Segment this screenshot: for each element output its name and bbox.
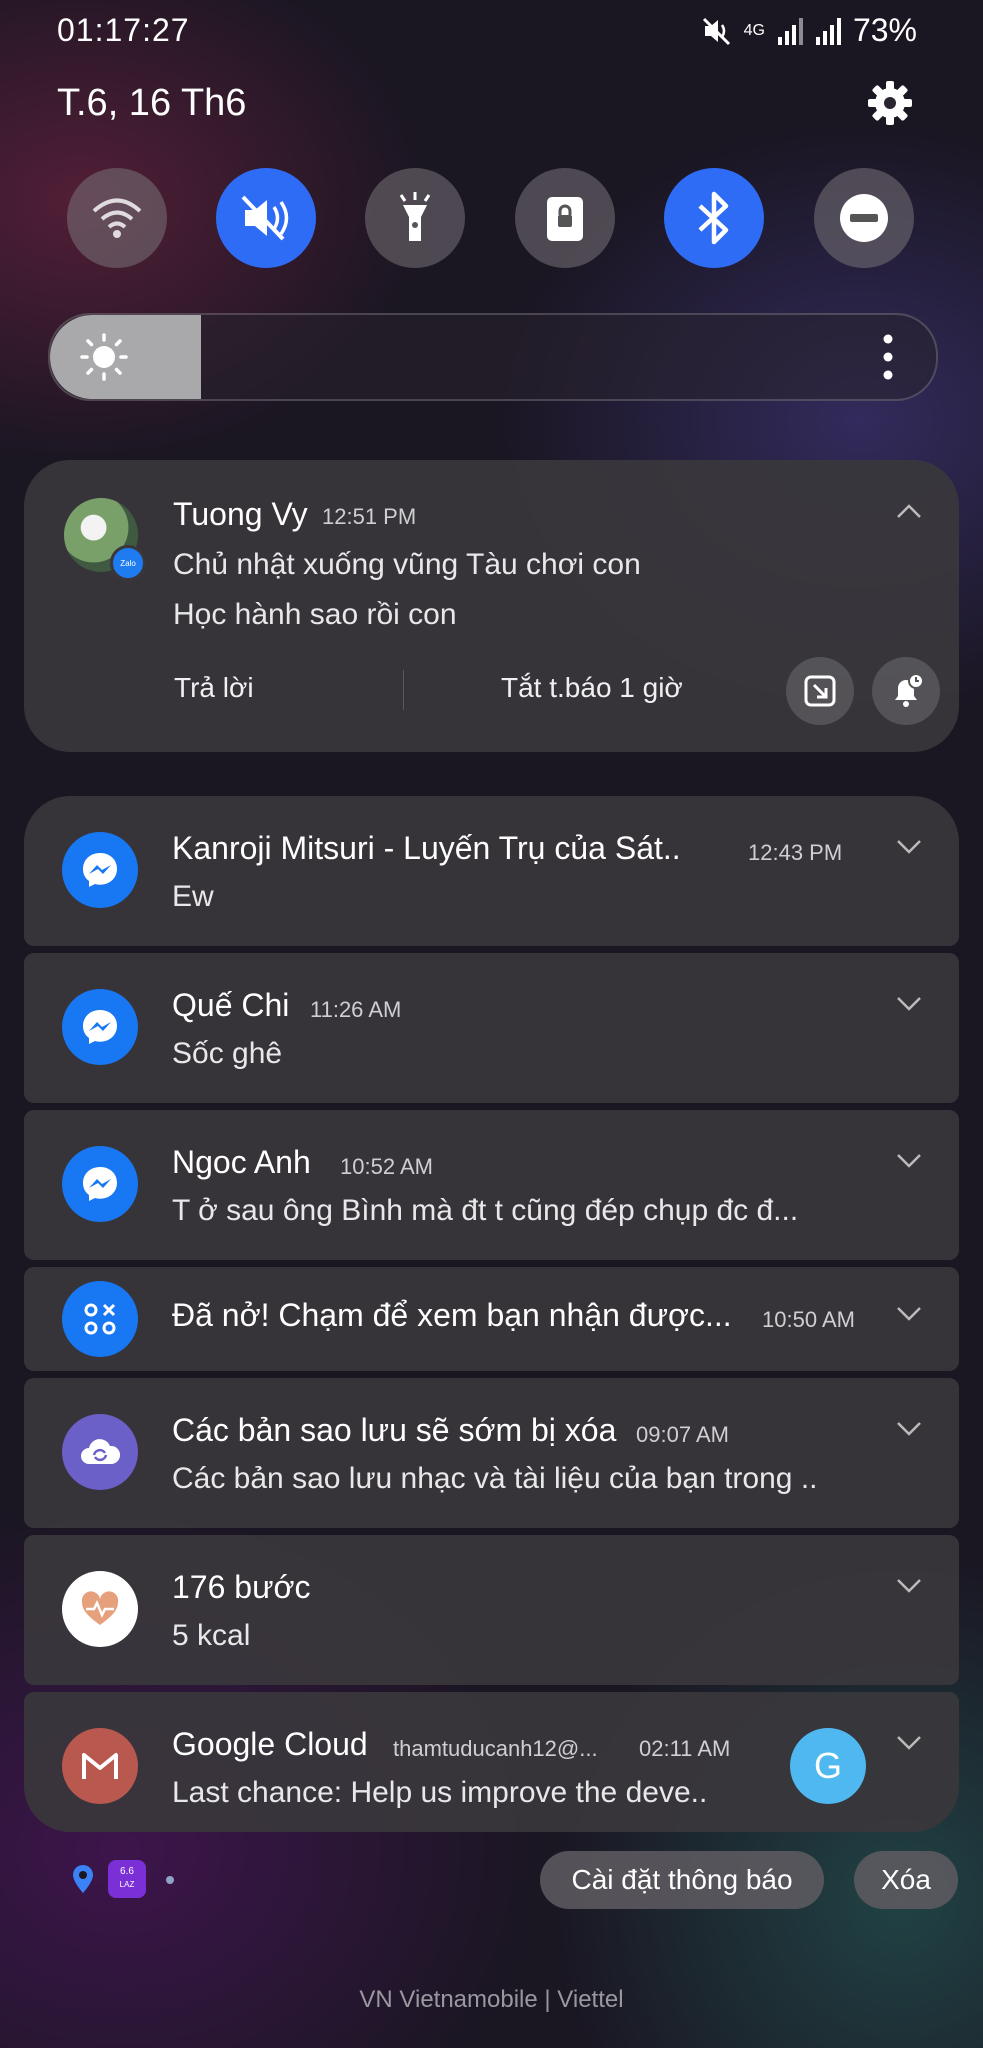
notification-account: thamtuducanh12@...	[393, 1736, 598, 1761]
zalo-badge-text: Zalo	[120, 558, 136, 568]
lazada-app-icon: 6.6 LAZ	[108, 1860, 146, 1898]
chevron-down-icon[interactable]	[895, 1152, 923, 1170]
snooze-button[interactable]	[872, 657, 940, 725]
apps-grid-icon	[62, 1281, 138, 1357]
notification-body: Ew	[172, 880, 214, 913]
reply-button[interactable]: Trả lời	[174, 672, 254, 704]
location-pin-icon	[73, 1865, 93, 1893]
notification-expanded[interactable]: Zalo Tuong Vy 12:51 PM Chủ nhật xuống vũ…	[24, 460, 959, 752]
bell-snooze-icon	[895, 673, 924, 707]
brightness-sun-icon	[80, 333, 128, 381]
clear-all-button[interactable]: Xóa	[854, 1851, 958, 1909]
chevron-down-icon[interactable]	[895, 1305, 923, 1323]
network-type: 4G	[743, 21, 765, 39]
messenger-icon	[62, 1146, 138, 1222]
notification-line-2: Học hành sao rồi con	[173, 598, 457, 631]
notification-title: Kanroji Mitsuri - Luyến Trụ của Sát..	[172, 830, 681, 866]
notification-line-1: Chủ nhật xuống vũng Tàu chơi con	[173, 548, 641, 581]
signal-icon-2	[815, 17, 841, 45]
do-not-disturb-toggle[interactable]	[814, 168, 914, 268]
chevron-down-icon[interactable]	[895, 995, 923, 1013]
notification-time: 10:52 AM	[340, 1154, 433, 1179]
notification-time: 09:07 AM	[636, 1422, 729, 1447]
chevron-down-icon[interactable]	[895, 838, 923, 856]
cloud-sync-icon	[62, 1414, 138, 1490]
notification-sender: Tuong Vy	[173, 496, 308, 532]
health-heart-icon	[62, 1571, 138, 1647]
notification-title: Quế Chi	[172, 987, 290, 1023]
notification-title: Đã nở! Chạm để xem bạn nhận được...	[172, 1297, 732, 1333]
screen-lock-toggle[interactable]	[515, 168, 615, 268]
flashlight-toggle[interactable]	[365, 168, 465, 268]
gmail-icon	[62, 1728, 138, 1804]
notification-item-4[interactable]: Đã nở! Chạm để xem bạn nhận được... 10:5…	[24, 1267, 959, 1371]
wifi-icon	[92, 198, 142, 238]
notification-item-7[interactable]: Google Cloud thamtuducanh12@... 02:11 AM…	[24, 1692, 959, 1832]
chevron-down-icon[interactable]	[895, 1577, 923, 1595]
notification-item-2[interactable]: Quế Chi 11:26 AM Sốc ghê	[24, 953, 959, 1103]
notification-item-5[interactable]: Các bản sao lưu sẽ sớm bị xóa 09:07 AM C…	[24, 1378, 959, 1528]
sender-avatar-letter: G	[813, 1745, 842, 1786]
mute-icon	[702, 17, 730, 45]
notification-body: 5 kcal	[172, 1619, 251, 1652]
do-not-disturb-icon	[840, 194, 888, 242]
notification-settings-button[interactable]: Cài đặt thông báo	[540, 1851, 824, 1909]
status-icons: 4G 73%	[702, 12, 917, 49]
rotation-lock-icon	[547, 197, 583, 241]
notification-title: Các bản sao lưu sẽ sớm bị xóa	[172, 1412, 617, 1448]
notification-body: Sốc ghê	[172, 1037, 283, 1070]
sender-avatar: G	[790, 1728, 866, 1804]
popup-view-button[interactable]	[786, 657, 854, 725]
notification-title: Google Cloud	[172, 1726, 368, 1762]
notification-time: 12:43 PM	[748, 840, 843, 865]
date-text: T.6, 16 Th6	[57, 82, 247, 124]
notification-time: 02:11 AM	[639, 1736, 731, 1761]
settings-gear-icon[interactable]	[866, 79, 914, 127]
brightness-slider[interactable]	[48, 313, 938, 401]
lazada-icon-text: 6.6	[120, 1866, 134, 1877]
flashlight-icon	[399, 192, 431, 241]
chevron-down-icon[interactable]	[895, 1734, 923, 1752]
mute-icon	[241, 195, 289, 241]
zalo-badge: Zalo	[110, 545, 146, 581]
quick-settings-row	[67, 168, 915, 268]
messenger-icon	[62, 989, 138, 1065]
more-notifications-dot	[166, 1876, 174, 1884]
notification-body: Last chance: Help us improve the deve..	[172, 1776, 708, 1809]
sound-mute-toggle[interactable]	[216, 168, 316, 268]
notification-title: 176 bước	[172, 1569, 311, 1605]
chevron-down-icon[interactable]	[895, 1420, 923, 1438]
notification-item-1[interactable]: Kanroji Mitsuri - Luyến Trụ của Sát.. 12…	[24, 796, 959, 946]
bluetooth-icon	[698, 191, 729, 245]
popup-view-icon	[804, 675, 836, 707]
bluetooth-toggle[interactable]	[664, 168, 764, 268]
carrier-label: VN Vietnamobile | Viettel	[359, 1986, 624, 2013]
lazada-icon-sub: LAZ	[119, 1880, 135, 1889]
more-options-icon[interactable]	[882, 333, 894, 381]
wifi-toggle[interactable]	[67, 168, 167, 268]
messenger-icon	[62, 832, 138, 908]
chevron-up-icon[interactable]	[895, 502, 923, 520]
notification-item-6[interactable]: 176 bước 5 kcal	[24, 1535, 959, 1685]
notification-title: Ngoc Anh	[172, 1144, 311, 1180]
status-time: 01:17:27	[57, 12, 190, 48]
notification-body: Các bản sao lưu nhạc và tài liệu của bạn…	[172, 1462, 818, 1495]
notification-item-3[interactable]: Ngoc Anh 10:52 AM T ở sau ông Bình mà đt…	[24, 1110, 959, 1260]
signal-icon	[777, 17, 803, 45]
notification-time: 12:51 PM	[322, 504, 417, 529]
notification-body: T ở sau ông Bình mà đt t cũng đép chụp đ…	[172, 1194, 799, 1227]
battery-level: 73%	[852, 12, 917, 48]
mute-one-hour-button[interactable]: Tắt t.báo 1 giờ	[501, 672, 683, 704]
notification-time: 11:26 AM	[310, 997, 402, 1022]
notification-time: 10:50 AM	[762, 1307, 855, 1332]
action-divider	[403, 670, 404, 710]
